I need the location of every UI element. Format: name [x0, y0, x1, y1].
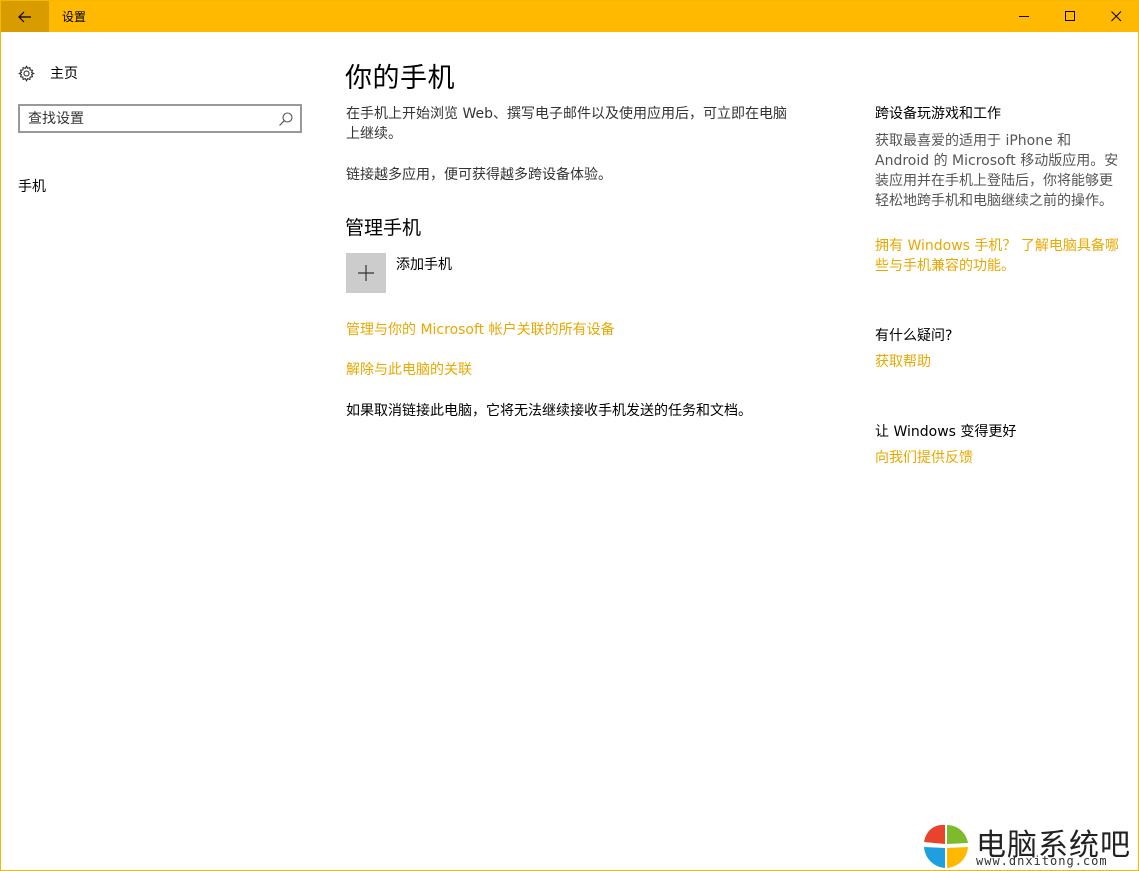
manage-devices-link[interactable]: 管理与你的 Microsoft 帐户关联的所有设备	[346, 319, 615, 339]
back-arrow-icon	[18, 11, 31, 22]
feedback-link[interactable]: 向我们提供反馈	[875, 448, 973, 468]
page-title: 你的手机	[345, 63, 455, 94]
unlink-note: 如果取消链接此电脑，它将无法继续接收手机发送的任务和文档。	[346, 403, 752, 419]
search-icon[interactable]	[278, 111, 294, 127]
cross-device-heading: 跨设备玩游戏和工作	[875, 106, 1001, 122]
nav-home[interactable]: 主页	[18, 63, 78, 83]
questions-heading: 有什么疑问?	[875, 328, 953, 344]
cross-device-text: 获取最喜爱的适用于 iPhone 和 Android 的 Microsoft 移…	[875, 133, 1119, 209]
minimize-icon	[1018, 16, 1029, 17]
close-icon	[1110, 11, 1121, 22]
title-bar: 设置	[1, 1, 1138, 32]
plus-tile	[346, 253, 386, 293]
page-description: 在手机上开始浏览 Web、撰写电子邮件以及使用应用后，可立即在电脑上继续。	[346, 106, 787, 142]
unlink-pc-link[interactable]: 解除与此电脑的关联	[346, 359, 472, 379]
search-box	[18, 104, 302, 133]
window-title: 设置	[62, 10, 87, 24]
add-phone-label: 添加手机	[396, 257, 452, 273]
watermark-url: www.dnxitong.com	[976, 854, 1108, 868]
gear-icon	[18, 64, 35, 82]
settings-window: 设置 主页 查找设置 手机 你的手机 在手机上开始浏览 Web、撰写电子邮件以及…	[0, 0, 1139, 871]
sidebar-item-phone[interactable]: 手机	[18, 176, 46, 196]
better-windows-heading: 让 Windows 变得更好	[875, 424, 1017, 440]
add-phone-button[interactable]: 添加手机	[346, 253, 452, 293]
search-input[interactable]	[28, 109, 268, 129]
minimize-button[interactable]	[1001, 1, 1047, 32]
watermark: 电脑系统吧 www.dnxitong.com	[918, 820, 1136, 870]
maximize-button[interactable]	[1047, 1, 1093, 32]
back-button[interactable]	[1, 1, 49, 32]
maximize-icon	[1064, 11, 1075, 21]
windows-phone-link[interactable]: 拥有 Windows 手机？ 了解电脑具备哪些与手机兼容的功能。	[875, 236, 1120, 276]
page-description-secondary: 链接越多应用，便可获得越多跨设备体验。	[346, 167, 612, 183]
windows-logo-icon	[924, 824, 968, 868]
plus-icon	[358, 265, 374, 281]
nav-home-label: 主页	[50, 66, 78, 82]
manage-phone-heading: 管理手机	[345, 217, 422, 239]
get-help-link[interactable]: 获取帮助	[875, 352, 931, 372]
close-button[interactable]	[1093, 1, 1139, 32]
